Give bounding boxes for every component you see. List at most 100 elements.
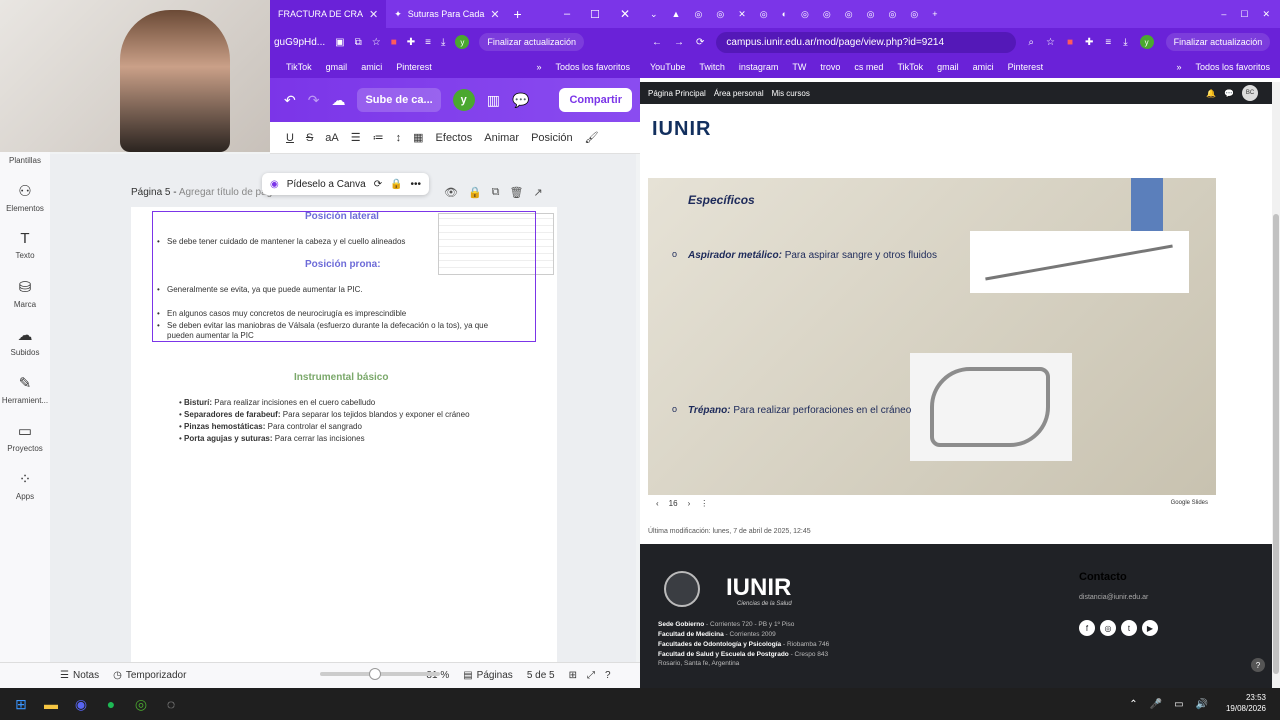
lock-icon[interactable]: 🔒	[390, 179, 402, 190]
bookmark-pinterest[interactable]: Pinterest	[1008, 62, 1044, 72]
profile-avatar[interactable]: y	[1139, 35, 1154, 49]
bookmark-pinterest[interactable]: Pinterest	[396, 62, 432, 72]
close-icon[interactable]: ✕	[490, 8, 499, 21]
url-input[interactable]: guG9pHd...	[274, 37, 325, 48]
tab-icon[interactable]: ◎	[823, 9, 831, 20]
windows-start-icon[interactable]: ⊞	[10, 693, 32, 715]
sidebar-item-plantillas[interactable]: Plantillas	[0, 156, 50, 165]
chrome-icon[interactable]: ◎	[130, 693, 152, 715]
sidebar-item-subidos[interactable]: ☁ Subidos	[0, 326, 50, 357]
close-icon[interactable]: ✕	[738, 9, 746, 20]
notification-icon[interactable]: 🔔	[1206, 89, 1216, 98]
bookmark-tiktok[interactable]: TikTok	[897, 62, 923, 72]
bookmark-csmed[interactable]: cs med	[854, 62, 883, 72]
pages-icon[interactable]: ▤	[463, 670, 472, 681]
close-window-icon[interactable]: ✕	[620, 7, 630, 21]
tab-icon[interactable]: ◎	[845, 9, 853, 20]
microphone-icon[interactable]: 🎤	[1150, 699, 1162, 710]
redo-icon[interactable]: ↷	[308, 92, 320, 109]
system-clock[interactable]: 23:53 19/08/2026	[1226, 692, 1266, 714]
more-icon[interactable]: •••	[411, 179, 422, 190]
new-tab-icon[interactable]: +	[932, 9, 937, 19]
bookmark-instagram[interactable]: instagram	[739, 62, 779, 72]
tab-icon[interactable]: ◎	[801, 9, 809, 20]
minimize-icon[interactable]: –	[564, 8, 570, 20]
spacing-icon[interactable]: ↕	[396, 132, 402, 144]
bookmark-amici[interactable]: amici	[361, 62, 382, 72]
insights-icon[interactable]: ▥	[487, 92, 500, 109]
next-slide-icon[interactable]: ›	[688, 499, 691, 508]
star-icon[interactable]: ☆	[372, 37, 381, 48]
chevron-up-icon[interactable]: ⌃	[1129, 699, 1137, 710]
align-icon[interactable]: ☰	[351, 131, 361, 144]
puzzle-icon[interactable]: ✚	[1085, 37, 1093, 48]
finalizar-button[interactable]: Finalizar actualización	[1165, 33, 1271, 51]
volume-icon[interactable]: 🔊	[1196, 699, 1208, 710]
tab-icon[interactable]: ◎	[760, 9, 768, 20]
youtube-icon[interactable]: ▶	[1142, 620, 1158, 636]
lock-icon[interactable]: 🔒	[468, 186, 482, 199]
tab-icon[interactable]: ◎	[910, 9, 918, 20]
refresh-icon[interactable]: ⟳	[374, 179, 382, 190]
star-icon[interactable]: ☆	[1046, 37, 1055, 48]
reload-icon[interactable]: ⟳	[696, 37, 704, 48]
download-icon[interactable]: ⤓	[1123, 37, 1127, 48]
help-icon[interactable]: ?	[605, 670, 611, 681]
contact-email[interactable]: distancia@iunir.edu.ar	[1079, 594, 1148, 601]
notes-icon[interactable]: ☰	[60, 670, 69, 681]
bookmark-youtube[interactable]: YouTube	[650, 62, 685, 72]
duplicate-icon[interactable]: ⧉	[492, 186, 500, 199]
facebook-icon[interactable]: f	[1079, 620, 1095, 636]
trash-icon[interactable]: 🗑	[510, 186, 524, 199]
twitter-icon[interactable]: t	[1121, 620, 1137, 636]
sidebar-item-texto[interactable]: T Texto	[0, 230, 50, 260]
bookmark-twitch[interactable]: Twitch	[699, 62, 725, 72]
clipboard-icon[interactable]: ▣	[335, 37, 344, 48]
underline-icon[interactable]: U	[286, 132, 294, 144]
edge-tab-icon[interactable]: ◐	[782, 9, 787, 19]
share-button[interactable]: Compartir	[559, 88, 632, 112]
help-icon[interactable]: ?	[1251, 658, 1265, 672]
position-button[interactable]: Posición	[531, 132, 573, 144]
close-window-icon[interactable]: ✕	[1262, 9, 1270, 20]
timer-button[interactable]: Temporizador	[126, 670, 187, 681]
tab-fractura[interactable]: FRACTURA DE CRA ✕	[270, 0, 387, 28]
tab-icon[interactable]: ◎	[867, 9, 875, 20]
bookmark-gmail[interactable]: gmail	[937, 62, 959, 72]
url-input[interactable]: campus.iunir.edu.ar/mod/page/view.php?id…	[716, 31, 1017, 53]
tab-icon[interactable]: ◎	[694, 9, 702, 20]
sidebar-item-proyectos[interactable]: ▭ Proyectos	[0, 422, 50, 453]
obs-icon[interactable]: ◌	[160, 693, 182, 715]
strikethrough-icon[interactable]: S	[306, 132, 313, 144]
puzzle-icon[interactable]: ✚	[407, 37, 415, 48]
more-bookmarks-icon[interactable]: »	[1176, 62, 1181, 72]
extension-red-icon[interactable]: ■	[391, 37, 397, 48]
eye-icon[interactable]: 👁	[444, 186, 458, 199]
comments-icon[interactable]: 💬	[512, 92, 529, 109]
file-explorer-icon[interactable]: ▬	[40, 693, 62, 715]
timer-icon[interactable]: ◷	[113, 670, 122, 681]
finalizar-button[interactable]: Finalizar actualización	[479, 33, 584, 51]
tab-suturas[interactable]: ✦ Suturas Para Cada ✕	[386, 0, 507, 28]
discord-icon[interactable]: ◉	[70, 693, 92, 715]
back-icon[interactable]: ←	[652, 37, 662, 48]
animate-button[interactable]: Animar	[484, 132, 519, 144]
favoritos-folder[interactable]: Todos los favoritos	[1195, 62, 1270, 72]
queue-icon[interactable]: ≡	[1105, 37, 1111, 48]
minimize-icon[interactable]: –	[1221, 9, 1226, 19]
tab-icon[interactable]: ◎	[716, 9, 724, 20]
effects-button[interactable]: Efectos	[436, 132, 473, 144]
bookmark-gmail[interactable]: gmail	[326, 62, 348, 72]
bookmark-tiktok[interactable]: TikTok	[286, 62, 312, 72]
upload-button[interactable]: Sube de ca...	[357, 88, 441, 112]
zoom-icon[interactable]: ⌕	[1028, 37, 1034, 48]
new-tab-icon[interactable]: +	[514, 6, 522, 22]
zoom-slider-handle[interactable]	[369, 668, 381, 680]
bookmark-trovo[interactable]: trovo	[820, 62, 840, 72]
close-icon[interactable]: ✕	[369, 8, 378, 21]
spotify-icon[interactable]: ●	[100, 693, 122, 715]
notes-button[interactable]: Notas	[73, 670, 99, 681]
tab-list-icon[interactable]: ⌄	[650, 9, 658, 20]
user-avatar[interactable]: BC	[1242, 85, 1258, 101]
undo-icon[interactable]: ↶	[284, 92, 296, 109]
